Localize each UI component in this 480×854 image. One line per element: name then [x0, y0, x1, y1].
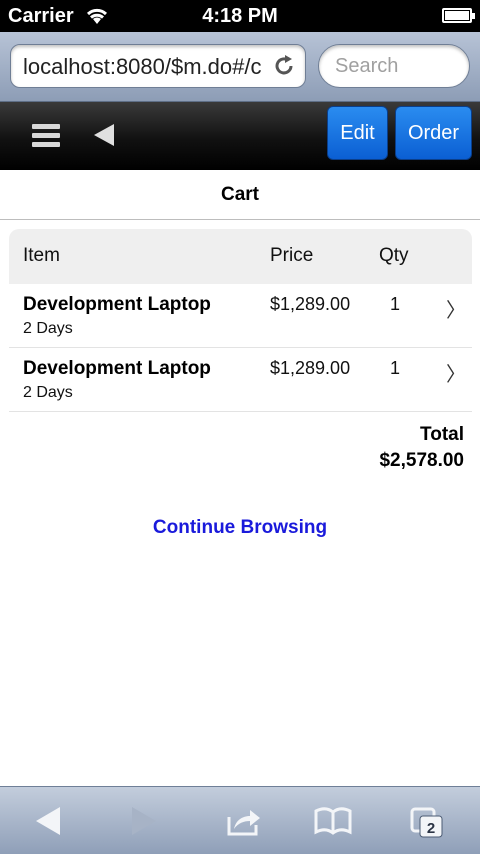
item-name: Development Laptop: [23, 294, 211, 315]
browser-url-bar: localhost:8080/$m.do#/c Search: [0, 32, 480, 102]
item-name: Development Laptop: [23, 358, 211, 379]
cart-table: Item Price Qty Development Laptop 2 Days…: [9, 229, 472, 412]
clock: 4:18 PM: [202, 5, 278, 27]
forward-icon[interactable]: [132, 807, 156, 835]
back-arrow-icon[interactable]: [94, 124, 114, 146]
item-price: $1,289.00: [270, 294, 351, 314]
tabs-icon[interactable]: 2: [410, 807, 444, 839]
item-qty: 1: [390, 358, 401, 378]
page-title: Cart: [0, 170, 480, 220]
reload-icon[interactable]: [271, 53, 297, 79]
browser-toolbar: 2: [0, 786, 480, 854]
cart-total: Total $2,578.00: [379, 422, 464, 474]
total-label: Total: [420, 424, 464, 445]
tab-count: 2: [427, 820, 435, 837]
total-value: $2,578.00: [379, 450, 464, 471]
column-header-item: Item: [23, 245, 60, 266]
bookmarks-icon[interactable]: [314, 807, 352, 835]
continue-browsing-link[interactable]: Continue Browsing: [0, 517, 480, 539]
column-header-qty: Qty: [379, 245, 409, 266]
chevron-right-icon[interactable]: 〉: [446, 358, 466, 387]
battery-icon: [442, 8, 475, 23]
chevron-right-icon[interactable]: 〉: [446, 294, 466, 323]
share-icon[interactable]: [226, 807, 262, 837]
search-placeholder: Search: [335, 55, 399, 77]
item-price: $1,289.00: [270, 358, 351, 378]
column-header-price: Price: [270, 245, 314, 266]
edit-button[interactable]: Edit: [327, 106, 388, 160]
url-text: localhost:8080/$m.do#/c: [23, 54, 262, 79]
menu-icon[interactable]: [32, 124, 60, 148]
table-header: Item Price Qty: [9, 229, 472, 284]
order-button[interactable]: Order: [395, 106, 472, 160]
status-bar: Carrier 4:18 PM: [0, 0, 480, 32]
url-field[interactable]: localhost:8080/$m.do#/c: [10, 44, 306, 88]
item-duration: 2 Days: [23, 384, 73, 401]
table-row[interactable]: Development Laptop 2 Days $1,289.00 1 〉: [9, 284, 472, 348]
table-row[interactable]: Development Laptop 2 Days $1,289.00 1 〉: [9, 348, 472, 412]
search-field[interactable]: Search: [318, 44, 470, 88]
item-qty: 1: [390, 294, 401, 314]
item-duration: 2 Days: [23, 320, 73, 337]
app-header: Edit Order: [0, 102, 480, 170]
back-icon[interactable]: [36, 807, 60, 835]
